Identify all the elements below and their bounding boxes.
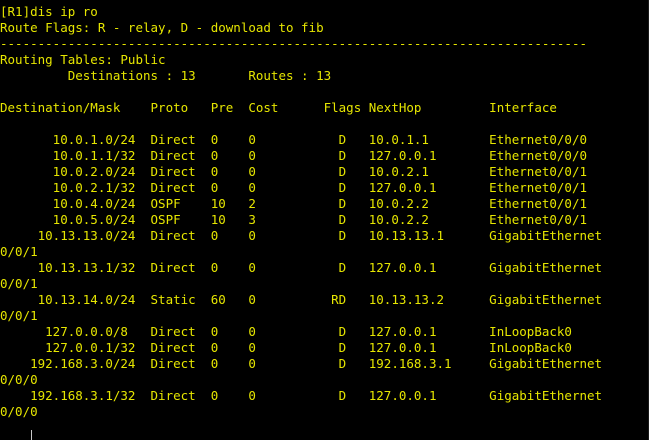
route-line-wrap: 0/0/1 [0,276,38,291]
route-line: 10.0.5.0/24 OSPF 10 3 D 10.0.2.2 Etherne… [0,212,587,227]
route-line-wrap: 0/0/1 [0,308,38,323]
separator-line: ----------------------------------------… [0,36,587,51]
command-line: [R1]dis ip ro [0,4,98,19]
route-line: 10.13.14.0/24 Static 60 0 RD 10.13.13.2 … [0,292,603,307]
route-line: 10.0.2.1/32 Direct 0 0 D 127.0.0.1 Ether… [0,180,587,195]
route-line: 10.13.13.1/32 Direct 0 0 D 127.0.0.1 Gig… [0,260,603,275]
route-line: 10.0.2.0/24 Direct 0 0 D 10.0.2.1 Ethern… [0,164,587,179]
route-line-wrap: 0/0/1 [0,244,38,259]
route-line-wrap: 0/0/0 [0,404,38,419]
route-line: 10.0.4.0/24 OSPF 10 2 D 10.0.2.2 Etherne… [0,196,587,211]
route-line: 127.0.0.0/8 Direct 0 0 D 127.0.0.1 InLoo… [0,324,572,339]
route-line: 10.0.1.1/32 Direct 0 0 D 127.0.0.1 Ether… [0,148,587,163]
route-line: 192.168.3.1/32 Direct 0 0 D 127.0.0.1 Gi… [0,388,603,403]
route-line: 127.0.0.1/32 Direct 0 0 D 127.0.0.1 InLo… [0,340,572,355]
route-line: 10.0.1.0/24 Direct 0 0 D 10.0.1.1 Ethern… [0,132,587,147]
column-header: Destination/Mask Proto Pre Cost Flags Ne… [0,100,557,115]
text-cursor [31,430,32,440]
route-flags-legend: Route Flags: R - relay, D - download to … [0,20,324,35]
route-line-wrap: 0/0/0 [0,372,38,387]
routing-tables-label: Routing Tables: Public [0,52,166,67]
route-line: 10.13.13.0/24 Direct 0 0 D 10.13.13.1 Gi… [0,228,603,243]
route-line: 192.168.3.0/24 Direct 0 0 D 192.168.3.1 … [0,356,603,371]
routes-summary: Destinations : 13 Routes : 13 [0,68,332,83]
terminal-window[interactable]: [R1]dis ip ro Route Flags: R - relay, D … [0,0,649,440]
